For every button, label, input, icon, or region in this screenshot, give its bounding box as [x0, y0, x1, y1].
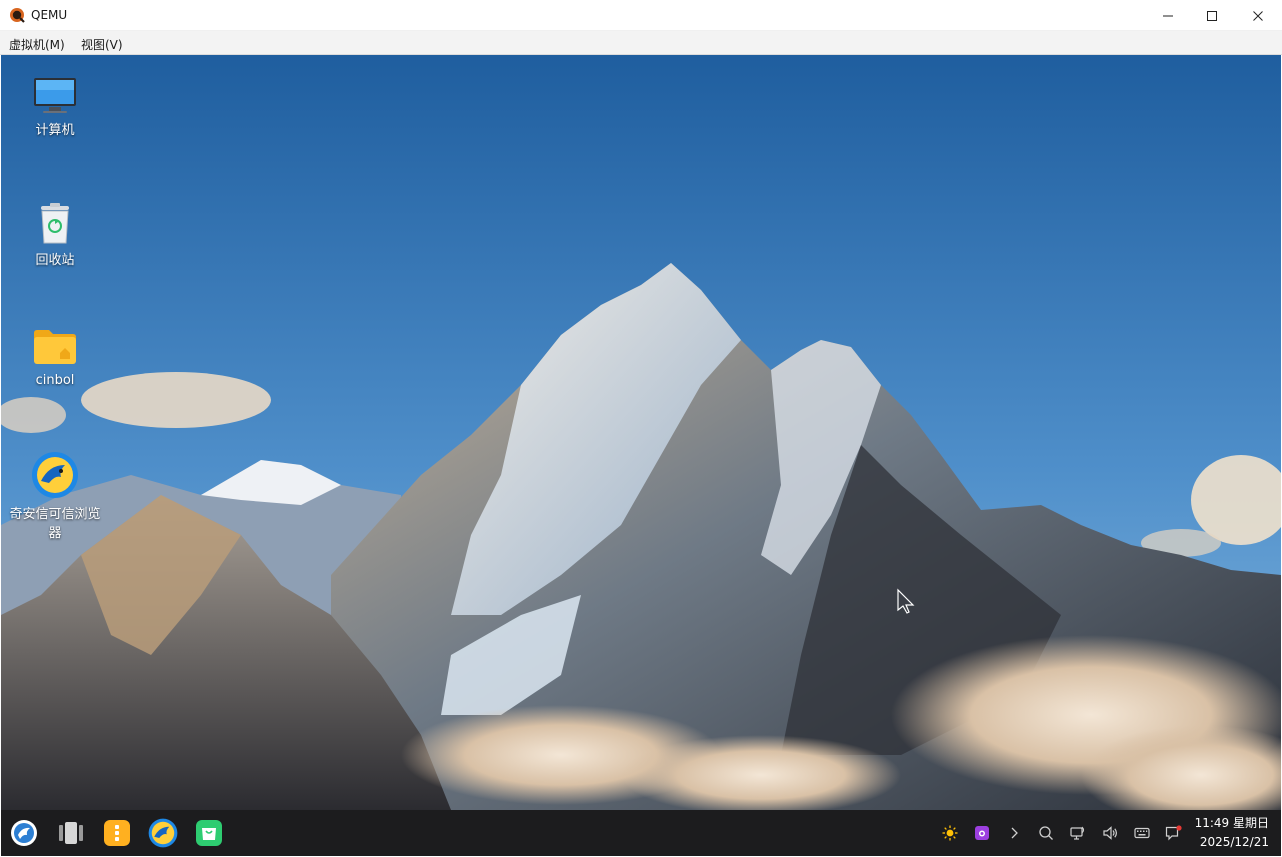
computer-icon — [34, 78, 76, 113]
menubar: 虚拟机(M) 视图(V) — [0, 31, 1282, 55]
network-icon — [1070, 826, 1085, 840]
keyboard-icon — [1134, 827, 1150, 839]
desktop-icon-computer[interactable]: 计算机 — [5, 77, 105, 140]
desktop-icon-label: 奇安信可信浏览器 — [9, 507, 101, 541]
window-title: QEMU — [31, 8, 68, 22]
desktop-icon-browser[interactable]: 奇安信可信浏览器 — [5, 451, 105, 543]
app-store-icon — [196, 820, 222, 846]
close-button[interactable] — [1235, 0, 1281, 31]
network-button[interactable] — [1069, 824, 1087, 842]
taskbar: 11:49 星期日 2025/12/21 — [1, 810, 1281, 856]
brightness-icon — [942, 825, 958, 841]
desktop-icon-recycle-bin[interactable]: 回收站 — [5, 201, 105, 270]
recycle-bin-icon — [41, 203, 69, 244]
keyboard-button[interactable] — [1133, 824, 1151, 842]
app-store-button[interactable] — [194, 818, 224, 848]
volume-icon — [1103, 826, 1117, 840]
menu-vm[interactable]: 虚拟机(M) — [9, 36, 65, 53]
clock-time: 11:49 星期日 — [1194, 816, 1269, 830]
desktop-icon-label: 回收站 — [35, 253, 75, 268]
window-titlebar[interactable]: QEMU — [0, 0, 1282, 31]
minimize-button[interactable] — [1145, 0, 1191, 31]
close-icon — [1253, 10, 1263, 21]
qemu-app-icon — [9, 7, 25, 23]
qianxin-browser-icon — [32, 452, 78, 498]
file-manager-icon — [104, 820, 130, 846]
file-manager-button[interactable] — [102, 818, 132, 848]
maximize-icon — [1207, 10, 1217, 21]
minimize-icon — [1163, 15, 1173, 16]
search-icon — [1039, 826, 1053, 840]
brightness-button[interactable] — [941, 824, 959, 842]
screenshot-icon — [975, 826, 989, 840]
expand-tray-button[interactable] — [1005, 824, 1023, 842]
notification-icon — [1165, 825, 1182, 841]
search-button[interactable] — [1037, 824, 1055, 842]
multitask-view-icon — [59, 822, 83, 844]
desktop-icon-label: cinbol — [35, 373, 75, 388]
home-folder-icon — [34, 330, 76, 364]
menu-view[interactable]: 视图(V) — [81, 36, 123, 53]
volume-button[interactable] — [1101, 824, 1119, 842]
desktop-icon-home-folder[interactable]: cinbol — [5, 329, 105, 390]
notification-button[interactable] — [1165, 824, 1183, 842]
multitask-view-button[interactable] — [56, 818, 86, 848]
screenshot-button[interactable] — [973, 824, 991, 842]
maximize-button[interactable] — [1189, 0, 1235, 31]
desktop-icon-label: 计算机 — [35, 123, 75, 138]
clock-date: 2025/12/21 — [1199, 835, 1269, 849]
browser-button[interactable] — [148, 818, 178, 848]
start-menu-icon — [11, 820, 37, 846]
qianxin-browser-icon — [148, 818, 178, 848]
wallpaper-mountain — [1, 55, 1281, 810]
start-menu-button[interactable] — [9, 818, 39, 848]
taskbar-clock[interactable]: 11:49 星期日 2025/12/21 — [1195, 814, 1269, 852]
expand-tray-icon — [1011, 827, 1018, 839]
desktop[interactable]: 计算机 回收站 cinbol 奇安信可信浏览器 — [1, 55, 1281, 810]
